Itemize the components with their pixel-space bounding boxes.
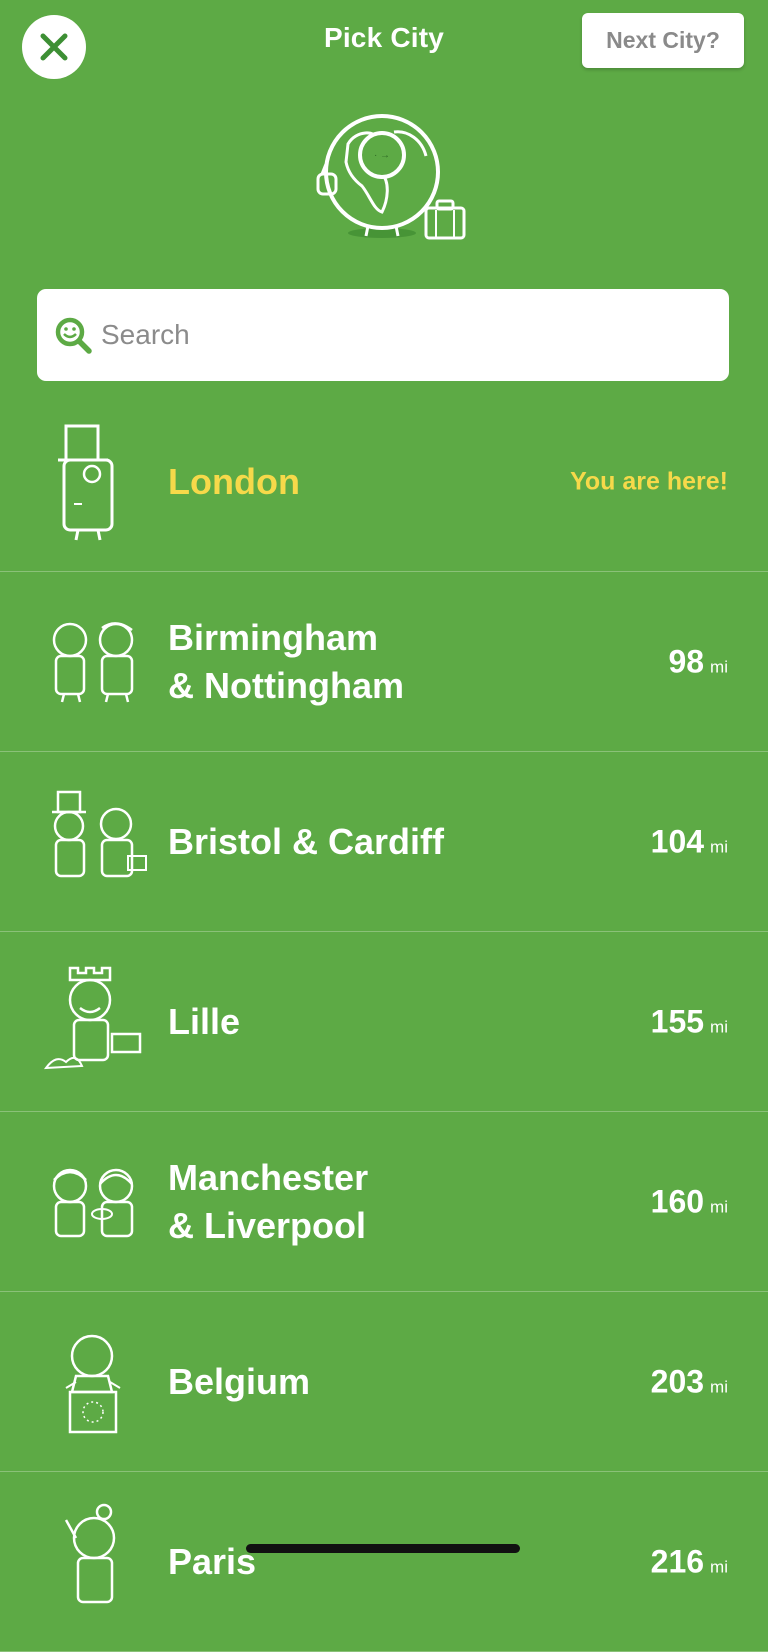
city-row-manchester-liverpool[interactable]: Manchester & Liverpool 160 mi bbox=[0, 1112, 768, 1292]
next-city-button[interactable]: Next City? bbox=[582, 13, 744, 68]
belgium-character-icon bbox=[65, 1334, 121, 1434]
city-name: Lille bbox=[168, 1000, 241, 1042]
manchester-liverpool-characters-icon bbox=[52, 1168, 134, 1238]
city-row-bristol-cardiff[interactable]: Bristol & Cardiff 104 mi bbox=[0, 752, 768, 932]
city-name: Manchester & Liverpool bbox=[168, 1156, 369, 1246]
svg-text:· →: · → bbox=[374, 150, 390, 161]
city-distance: 203 mi bbox=[650, 1363, 728, 1399]
home-indicator[interactable] bbox=[246, 1544, 520, 1553]
search-icon bbox=[55, 317, 92, 354]
city-name: Bristol & Cardiff bbox=[168, 820, 445, 862]
city-distance: 98 mi bbox=[668, 643, 728, 679]
london-character-icon bbox=[58, 424, 114, 541]
search-bar[interactable] bbox=[37, 289, 729, 381]
city-distance: 216 mi bbox=[650, 1543, 728, 1579]
paris-character-icon bbox=[64, 1503, 116, 1604]
city-row-paris[interactable]: Paris 216 mi bbox=[0, 1472, 768, 1652]
current-location-label: You are here! bbox=[570, 467, 728, 495]
globe-mascot-illustration: · → bbox=[316, 114, 466, 240]
city-row-lille[interactable]: Lille 155 mi bbox=[0, 932, 768, 1112]
city-name: London bbox=[168, 460, 300, 502]
lille-character-icon bbox=[43, 966, 142, 1070]
city-list: London You are here! Birmingham & Notting… bbox=[0, 392, 768, 1652]
bristol-cardiff-characters-icon bbox=[52, 790, 147, 878]
city-distance: 155 mi bbox=[650, 1003, 728, 1039]
birmingham-nottingham-characters-icon bbox=[52, 622, 134, 703]
city-name: Birmingham & Nottingham bbox=[168, 616, 404, 706]
search-input[interactable] bbox=[99, 318, 703, 352]
city-distance: 160 mi bbox=[650, 1183, 728, 1219]
city-row-belgium[interactable]: Belgium 203 mi bbox=[0, 1292, 768, 1472]
city-row-london[interactable]: London You are here! bbox=[0, 392, 768, 572]
city-name: Belgium bbox=[168, 1360, 311, 1402]
city-distance: 104 mi bbox=[650, 823, 728, 859]
city-row-birmingham-nottingham[interactable]: Birmingham & Nottingham 98 mi bbox=[0, 572, 768, 752]
